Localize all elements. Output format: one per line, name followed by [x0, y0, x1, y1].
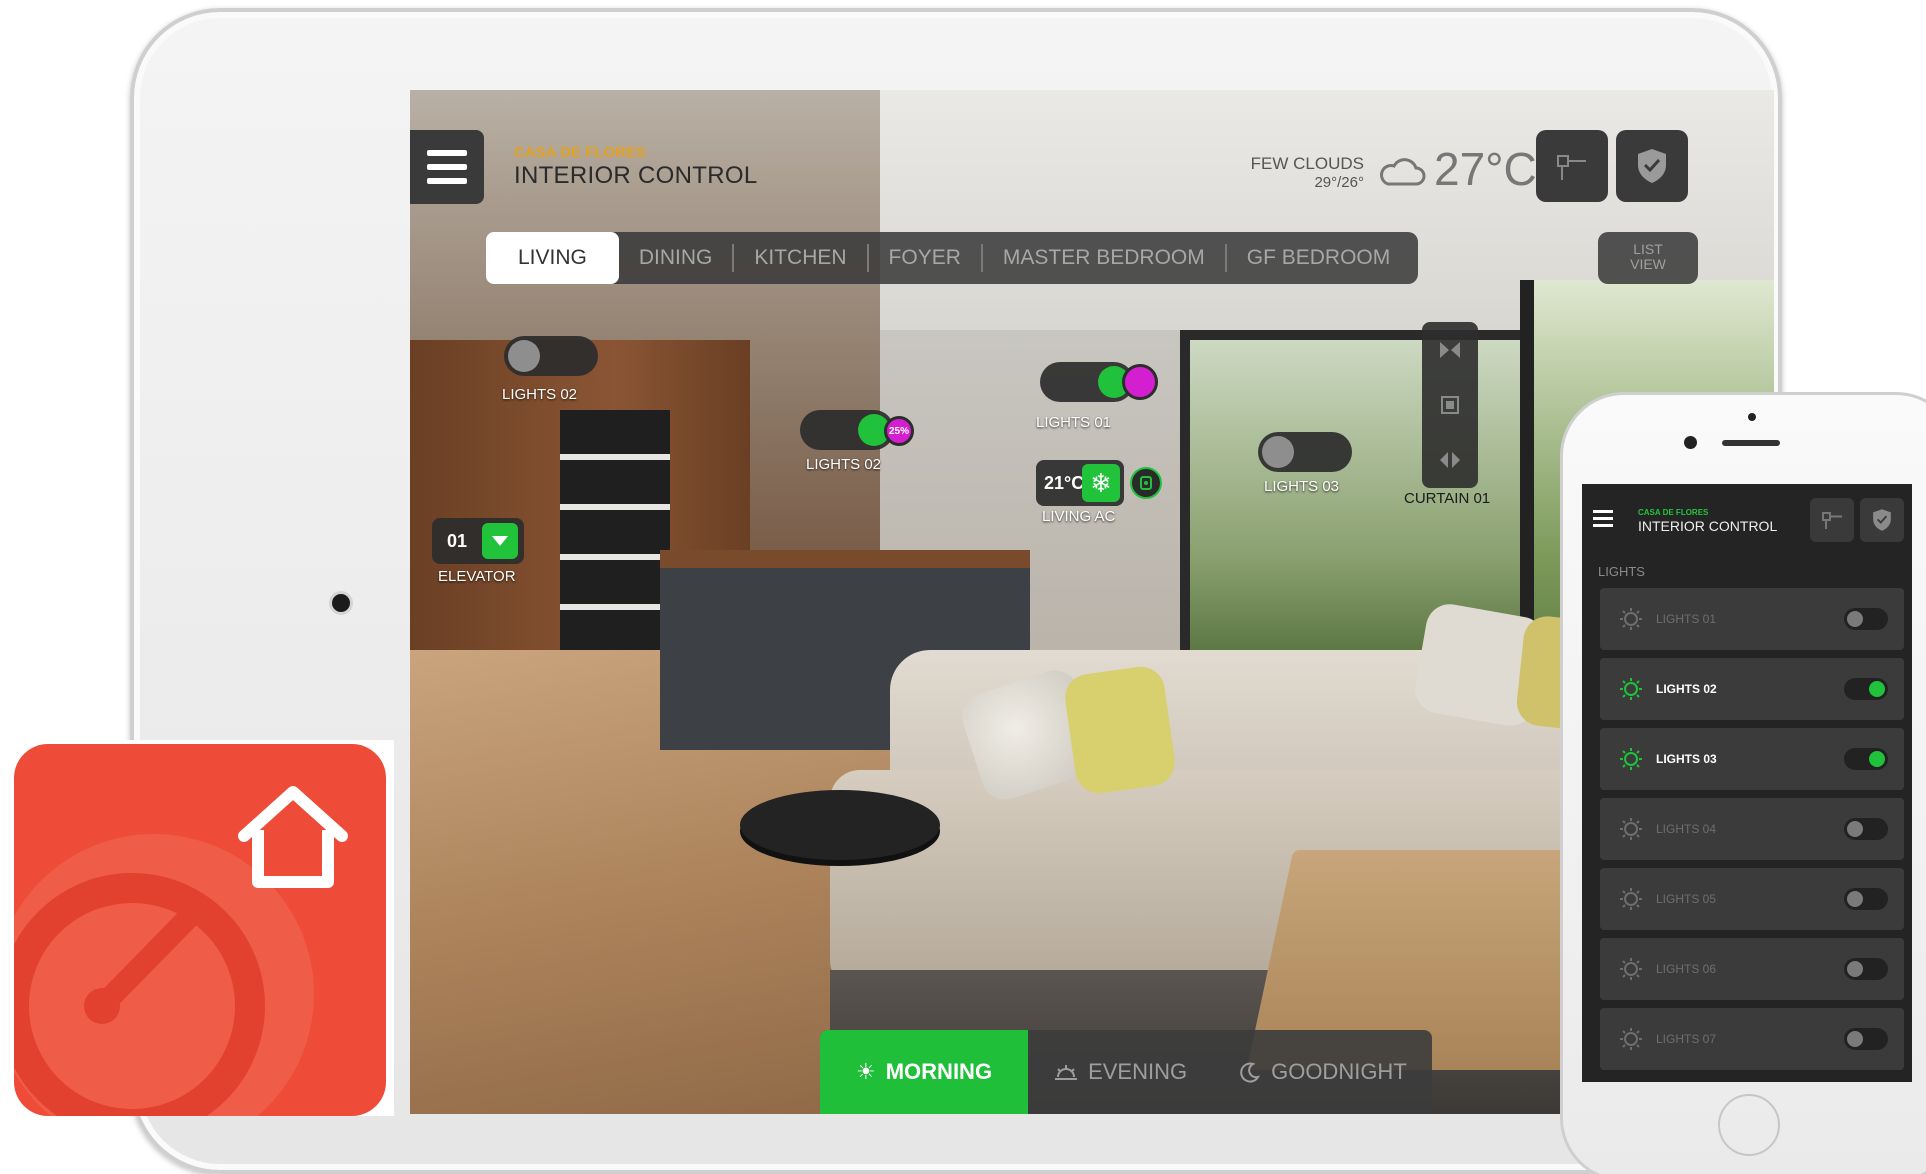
light-label: LIGHTS 05 [1656, 892, 1717, 906]
tab-living[interactable]: LIVING [486, 232, 619, 284]
bulb-icon [1620, 958, 1642, 980]
light-toggle[interactable] [1844, 818, 1888, 840]
cloud-icon [1380, 158, 1426, 186]
tab-foyer[interactable]: FOYER [869, 232, 981, 284]
ac-temperature: 21°C [1044, 472, 1085, 493]
list-item[interactable]: LIGHTS 07 [1600, 1008, 1904, 1070]
hamburger-icon [427, 150, 467, 156]
elevator-label: ELEVATOR [438, 568, 516, 585]
list-item[interactable]: LIGHTS 05 [1600, 868, 1904, 930]
light-toggle[interactable] [1844, 1028, 1888, 1050]
elevator-floor: 01 [446, 530, 468, 551]
menu-button[interactable] [410, 130, 484, 204]
phone-camera [1684, 436, 1697, 449]
list-item[interactable]: LIGHTS 03 [1600, 728, 1904, 790]
curtain-label: CURTAIN 01 [1404, 490, 1491, 507]
lights-section-title: LIGHTS [1598, 564, 1645, 579]
scene-evening-button[interactable]: EVENING [1028, 1030, 1213, 1114]
key-icon [1557, 155, 1586, 180]
light-toggle[interactable] [1844, 958, 1888, 980]
sunset-icon [1055, 1065, 1078, 1080]
phone-home-button[interactable] [1718, 1094, 1780, 1156]
home-icon [238, 786, 348, 888]
tablet-camera [332, 594, 350, 612]
list-item[interactable]: LIGHTS 02 [1600, 658, 1904, 720]
list-view-button[interactable]: LIST VIEW [1598, 232, 1698, 284]
lights01-toggle[interactable] [1040, 362, 1134, 402]
bulb-icon [1620, 748, 1642, 770]
scene-goodnight-button[interactable]: GOODNIGHT [1213, 1030, 1432, 1114]
lights03-toggle[interactable] [1258, 432, 1352, 472]
living-ac-control[interactable]: 21°C ❄ [1036, 460, 1124, 506]
phone-key-button[interactable] [1810, 498, 1854, 542]
lights03-label: LIGHTS 03 [1264, 478, 1340, 495]
list-item[interactable]: LIGHTS 01 [1600, 588, 1904, 650]
page-title: INTERIOR CONTROL [514, 162, 758, 189]
curtain-open-icon[interactable] [1437, 447, 1463, 473]
key-button[interactable] [1536, 130, 1608, 202]
light-label: LIGHTS 01 [1656, 612, 1717, 626]
tab-kitchen[interactable]: KITCHEN [734, 232, 866, 284]
lights02-mid-label: LIGHTS 02 [806, 456, 882, 473]
scene-bar: ☀ MORNING EVENING GOODNIGHT [820, 1030, 1432, 1114]
phone-speaker [1722, 440, 1780, 446]
elevator-control: 01 [432, 518, 524, 564]
light-label: LIGHTS 02 [1656, 682, 1717, 696]
tab-master-bedroom[interactable]: MASTER BEDROOM [983, 232, 1225, 284]
curtain-control [1422, 322, 1478, 488]
lights01-label: LIGHTS 01 [1036, 414, 1112, 431]
curtain-stop-icon[interactable] [1437, 392, 1463, 418]
moon-icon [1240, 1062, 1261, 1083]
lights02-left-label: LIGHTS 02 [502, 386, 578, 403]
bulb-icon [1620, 1028, 1642, 1050]
light-label: LIGHTS 03 [1656, 752, 1717, 766]
phone-menu-button[interactable] [1586, 498, 1620, 538]
bulb-icon [1620, 818, 1642, 840]
light-label: LIGHTS 06 [1656, 962, 1717, 976]
bulb-icon [1620, 608, 1642, 630]
lights02-mid-toggle[interactable] [800, 410, 894, 450]
sun-icon: ☀ [856, 1059, 876, 1084]
room-tabs: LIVING DINING KITCHEN FOYER MASTER BEDRO… [486, 232, 1418, 284]
weather-info: FEW CLOUDS 29°/26° [1251, 154, 1364, 191]
phone-page-title: INTERIOR CONTROL [1638, 518, 1778, 534]
lights01-color-dot[interactable] [1122, 364, 1158, 400]
scene-morning-button[interactable]: ☀ MORNING [820, 1030, 1029, 1114]
tab-gf-bedroom[interactable]: GF BEDROOM [1227, 232, 1411, 284]
elevator-down-button[interactable] [482, 523, 518, 559]
living-ac-label: LIVING AC [1042, 508, 1116, 525]
dimmer-badge[interactable]: 25% [884, 416, 914, 446]
shield-icon [1873, 509, 1891, 531]
lights02-left-toggle[interactable] [504, 336, 598, 376]
phone-security-button[interactable] [1860, 498, 1904, 542]
light-label: LIGHTS 07 [1656, 1032, 1717, 1046]
key-icon [1822, 512, 1842, 529]
phone-screen: CASA DE FLORES INTERIOR CONTROL LIGHTS L… [1582, 484, 1912, 1082]
security-button[interactable] [1616, 130, 1688, 202]
weather-condition: FEW CLOUDS [1250, 154, 1364, 173]
snowflake-icon[interactable]: ❄ [1082, 464, 1120, 502]
light-toggle[interactable] [1844, 888, 1888, 910]
weather-temperature: 27°C [1434, 143, 1537, 195]
light-toggle[interactable] [1844, 748, 1888, 770]
hamburger-icon [1593, 509, 1613, 513]
light-label: LIGHTS 04 [1656, 822, 1717, 836]
phone-header: CASA DE FLORES INTERIOR CONTROL [1582, 494, 1912, 544]
bulb-icon [1620, 888, 1642, 910]
list-item[interactable]: LIGHTS 04 [1600, 798, 1904, 860]
brand-subtitle: CASA DE FLORES [514, 144, 646, 161]
phone-brand-subtitle: CASA DE FLORES [1638, 508, 1709, 517]
bulb-icon [1620, 678, 1642, 700]
fan-icon[interactable] [1130, 467, 1162, 499]
app-icon [0, 740, 394, 1116]
chevron-down-icon [492, 536, 508, 546]
light-toggle[interactable] [1844, 608, 1888, 630]
weather-range: 29°/26° [1314, 174, 1364, 191]
curtain-close-icon[interactable] [1437, 337, 1463, 363]
light-toggle[interactable] [1844, 678, 1888, 700]
shield-icon [1638, 149, 1666, 183]
list-item[interactable]: LIGHTS 06 [1600, 938, 1904, 1000]
tab-dining[interactable]: DINING [619, 232, 733, 284]
